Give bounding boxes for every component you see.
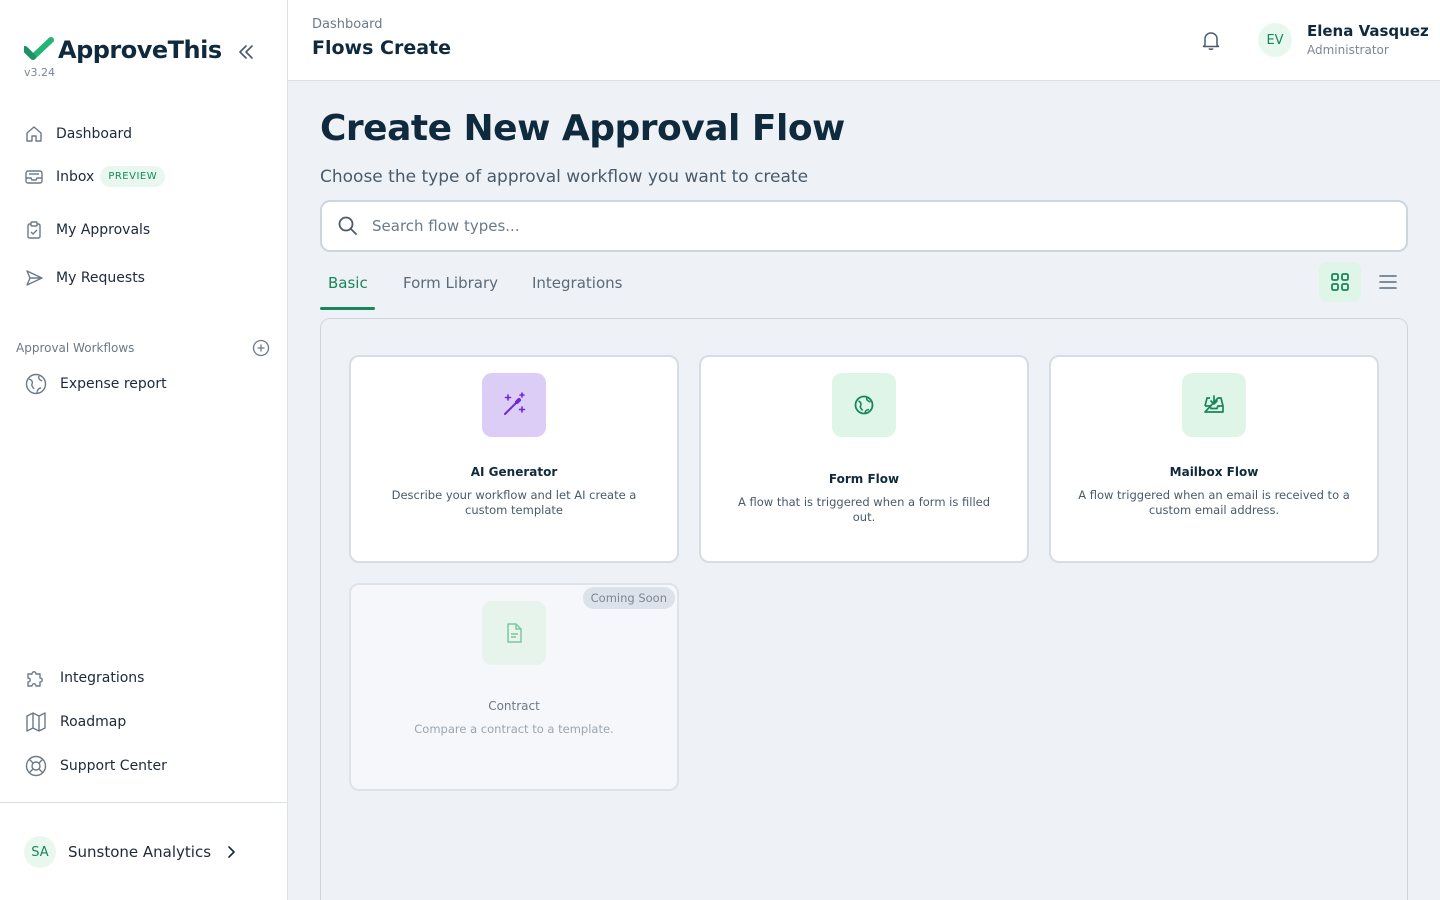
globe-icon (25, 373, 47, 395)
app-name: ApproveThis (58, 36, 222, 64)
org-name: Sunstone Analytics (68, 843, 212, 861)
card-description: Compare a contract to a template. (414, 722, 614, 736)
card-form-flow[interactable]: Form Flow A flow that is triggered when … (699, 355, 1029, 563)
tab-form-library[interactable]: Form Library (403, 274, 498, 292)
user-avatar[interactable]: EV (1258, 23, 1292, 57)
flow-types-panel: AI Generator Describe your workflow and … (320, 318, 1408, 900)
active-tab-indicator (320, 307, 375, 310)
preview-badge: PREVIEW (100, 166, 166, 187)
magic-wand-icon (504, 392, 526, 415)
user-role: Administrator (1307, 43, 1389, 57)
grid-view-button[interactable] (1319, 262, 1361, 302)
card-title: Mailbox Flow (1169, 465, 1259, 479)
card-description: Describe your workflow and let AI create… (391, 488, 637, 517)
send-icon (26, 270, 43, 286)
add-workflow-icon[interactable] (252, 339, 270, 357)
clipboard-check-icon (27, 221, 41, 239)
inbox-download-icon (1204, 395, 1224, 413)
search-input[interactable] (372, 217, 1272, 235)
inbox-icon (25, 169, 43, 184)
card-mailbox-flow[interactable]: Mailbox Flow A flow triggered when an em… (1049, 355, 1379, 563)
card-description: A flow that is triggered when a form is … (737, 495, 991, 524)
page-title: Create New Approval Flow (320, 108, 845, 149)
collapse-sidebar-icon[interactable] (236, 42, 256, 62)
document-icon (507, 623, 522, 643)
card-contract: Coming Soon Contract Compare a contract … (349, 583, 679, 791)
map-icon (26, 712, 46, 732)
mailbox-flow-icon-box (1182, 373, 1246, 437)
nav-integrations[interactable]: Integrations (24, 666, 144, 690)
search-icon (338, 216, 357, 235)
breadcrumb-dashboard[interactable]: Dashboard (312, 17, 383, 32)
nav-support-center-label: Support Center (60, 758, 167, 774)
sidebar-divider (0, 802, 288, 803)
flow-type-tabs: Basic Form Library Integrations (320, 262, 720, 310)
sidebar: ApproveThis v3.24 Dashboard Inbox PREVIE… (0, 0, 288, 900)
nav-my-requests-label: My Requests (56, 270, 145, 286)
nav-roadmap[interactable]: Roadmap (24, 710, 126, 734)
workflow-expense-report-label: Expense report (60, 376, 167, 392)
nav-my-requests[interactable]: My Requests (24, 268, 145, 288)
card-ai-generator[interactable]: AI Generator Describe your workflow and … (349, 355, 679, 563)
page-header-title: Flows Create (312, 37, 452, 59)
logo-check-icon (24, 37, 54, 60)
tab-basic[interactable]: Basic (328, 274, 368, 292)
nav-inbox-label: Inbox (56, 168, 95, 185)
app-version: v3.24 (24, 66, 56, 79)
organization-switcher[interactable]: SA Sunstone Analytics (24, 836, 239, 868)
nav-my-approvals-label: My Approvals (56, 222, 151, 238)
card-title: Contract (488, 699, 540, 713)
approval-workflows-heading: Approval Workflows (16, 341, 135, 355)
org-avatar: SA (24, 836, 56, 868)
nav-inbox[interactable]: Inbox PREVIEW (24, 166, 166, 187)
nav-dashboard-label: Dashboard (56, 126, 132, 142)
card-description: A flow triggered when an email is receiv… (1078, 488, 1350, 517)
coming-soon-badge: Coming Soon (582, 587, 675, 609)
app-logo[interactable]: ApproveThis (24, 36, 222, 64)
nav-dashboard[interactable]: Dashboard (24, 124, 132, 144)
form-flow-icon-box (832, 373, 896, 437)
card-title: AI Generator (470, 465, 558, 479)
card-title: Form Flow (828, 472, 900, 486)
workflow-expense-report[interactable]: Expense report (24, 372, 167, 396)
contract-icon-box (482, 601, 546, 665)
list-view-button[interactable] (1370, 262, 1406, 302)
ai-generator-icon-box (482, 373, 546, 437)
user-name: Elena Vasquez (1307, 22, 1429, 40)
page-subtitle: Choose the type of approval workflow you… (320, 167, 809, 187)
nav-integrations-label: Integrations (60, 670, 145, 686)
nav-roadmap-label: Roadmap (60, 714, 127, 730)
globe-icon (854, 395, 874, 415)
list-icon (1379, 275, 1397, 289)
top-header: Dashboard Flows Create EV Elena Vasquez … (288, 0, 1440, 81)
search-box (320, 200, 1408, 252)
chevron-right-icon (228, 846, 235, 858)
puzzle-icon (27, 671, 43, 687)
nav-my-approvals[interactable]: My Approvals (24, 220, 150, 240)
home-icon (26, 126, 42, 142)
tab-integrations[interactable]: Integrations (532, 274, 622, 292)
notification-bell-icon[interactable] (1200, 29, 1222, 51)
nav-support-center[interactable]: Support Center (24, 754, 167, 778)
grid-icon (1331, 273, 1349, 291)
lifebuoy-icon (25, 755, 47, 777)
